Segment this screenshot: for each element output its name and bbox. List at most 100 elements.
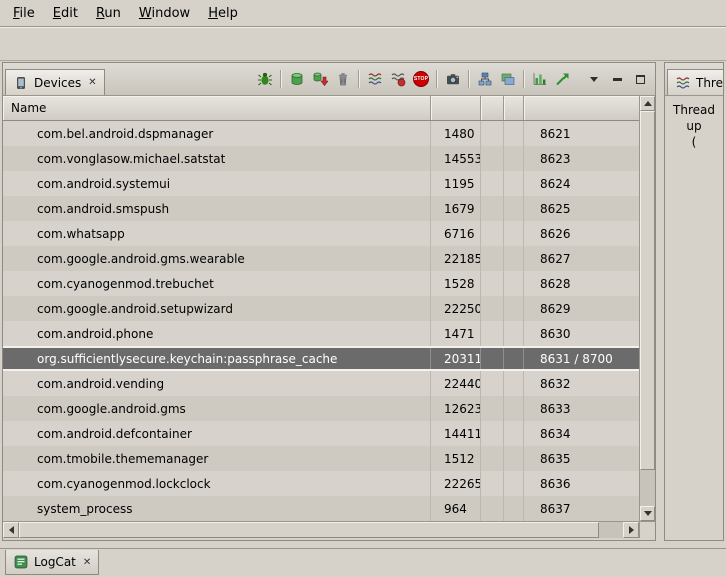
column-header-name[interactable]: Name: [3, 96, 431, 120]
maximize-button[interactable]: [629, 68, 651, 90]
horizontal-scroll-thumb[interactable]: [19, 522, 599, 538]
process-port: 8626: [524, 221, 639, 246]
process-row[interactable]: com.cyanogenmod.trebuchet 1528 8628: [3, 271, 639, 296]
process-pid: 1480: [431, 121, 481, 146]
sysinfo-bar-chart-icon: [532, 71, 548, 87]
stop-process-button[interactable]: STOP: [410, 68, 432, 90]
process-name: com.cyanogenmod.lockclock: [3, 471, 431, 496]
process-pid: 22440: [431, 371, 481, 396]
update-threads-button[interactable]: [364, 68, 386, 90]
update-heap-icon: [289, 71, 305, 87]
process-row[interactable]: com.google.android.setupwizard 22250 862…: [3, 296, 639, 321]
process-blank1: [481, 371, 504, 396]
process-row[interactable]: com.cyanogenmod.lockclock 22265 8636: [3, 471, 639, 496]
debug-process-button[interactable]: [254, 68, 276, 90]
process-row[interactable]: com.google.android.gms 12623 8633: [3, 396, 639, 421]
panel-sash[interactable]: [656, 62, 664, 548]
process-blank1: [481, 446, 504, 471]
maximize-icon: [636, 75, 645, 84]
process-blank1: [481, 496, 504, 521]
vertical-scroll-track[interactable]: [640, 111, 655, 506]
process-port: 8625: [524, 196, 639, 221]
process-row[interactable]: org.sufficientlysecure.keychain:passphra…: [3, 346, 639, 371]
close-icon[interactable]: ✕: [83, 557, 91, 568]
process-row[interactable]: system_process 964 8637: [3, 496, 639, 521]
horizontal-scroll-track[interactable]: [19, 522, 623, 538]
process-row[interactable]: com.whatsapp 6716 8626: [3, 221, 639, 246]
process-blank2: [504, 496, 524, 521]
scroll-left-button[interactable]: [3, 522, 19, 538]
process-blank1: [481, 246, 504, 271]
process-row[interactable]: com.tmobile.thememanager 1512 8635: [3, 446, 639, 471]
process-port: 8635: [524, 446, 639, 471]
tab-threads[interactable]: Threads: [667, 69, 724, 95]
column-header-blank1[interactable]: [481, 96, 504, 120]
close-icon[interactable]: ✕: [88, 77, 96, 88]
process-row[interactable]: com.bel.android.dspmanager 1480 8621: [3, 121, 639, 146]
process-row[interactable]: com.google.android.gms.wearable 22185 86…: [3, 246, 639, 271]
menu-bar: File Edit Run Window Help: [0, 0, 726, 27]
capture-systrace-icon: [500, 71, 516, 87]
scroll-up-button[interactable]: [640, 96, 655, 111]
capture-systrace-button[interactable]: [497, 68, 519, 90]
process-row[interactable]: com.vonglasow.michael.satstat 14553 8623: [3, 146, 639, 171]
scrollbar-corner: [639, 522, 655, 538]
cause-gc-button[interactable]: [332, 68, 354, 90]
tab-devices[interactable]: Devices ✕: [5, 69, 105, 95]
process-port: 8624: [524, 171, 639, 196]
view-menu-icon: [590, 77, 598, 82]
menu-help[interactable]: Help: [199, 2, 247, 25]
view-menu-button[interactable]: [583, 68, 605, 90]
threads-message-line1: Thread up: [665, 102, 723, 134]
process-blank1: [481, 121, 504, 146]
start-method-profiling-button[interactable]: [387, 68, 409, 90]
process-blank1: [481, 221, 504, 246]
dump-hprof-button[interactable]: [309, 68, 331, 90]
process-name: com.google.android.gms: [3, 396, 431, 421]
column-header-port[interactable]: [524, 96, 639, 120]
process-name: com.cyanogenmod.trebuchet: [3, 271, 431, 296]
vertical-scrollbar[interactable]: [639, 96, 655, 521]
process-pid: 14553: [431, 146, 481, 171]
process-blank1: [481, 321, 504, 346]
process-row[interactable]: com.android.systemui 1195 8624: [3, 171, 639, 196]
arrow-left-icon: [9, 526, 14, 534]
process-blank1: [481, 421, 504, 446]
tab-devices-label: Devices: [34, 76, 81, 90]
dump-view-hierarchy-button[interactable]: [474, 68, 496, 90]
scroll-right-button[interactable]: [623, 522, 639, 538]
process-blank1: [481, 471, 504, 496]
process-blank2: [504, 471, 524, 496]
network-stats-button[interactable]: [552, 68, 574, 90]
process-blank1: [481, 296, 504, 321]
dump-hprof-icon: [312, 71, 328, 87]
ddms-window: File Edit Run Window Help Devices ✕: [0, 0, 726, 577]
process-blank1: [481, 196, 504, 221]
menu-edit[interactable]: Edit: [44, 2, 87, 25]
process-blank2: [504, 321, 524, 346]
update-threads-icon: [367, 71, 383, 87]
sysinfo-button[interactable]: [529, 68, 551, 90]
devices-tabstrip: Devices ✕: [3, 63, 655, 96]
process-blank2: [504, 396, 524, 421]
menu-window[interactable]: Window: [130, 2, 199, 25]
process-name: com.google.android.setupwizard: [3, 296, 431, 321]
vertical-scroll-thumb[interactable]: [640, 111, 655, 470]
process-row[interactable]: com.android.defcontainer 14411 8634: [3, 421, 639, 446]
horizontal-scrollbar[interactable]: [3, 522, 639, 538]
scroll-down-button[interactable]: [640, 506, 655, 521]
minimize-button[interactable]: [606, 68, 628, 90]
screen-capture-button[interactable]: [442, 68, 464, 90]
process-row[interactable]: com.android.smspush 1679 8625: [3, 196, 639, 221]
menu-file[interactable]: File: [4, 2, 44, 25]
update-heap-button[interactable]: [286, 68, 308, 90]
arrow-down-icon: [644, 511, 652, 516]
column-header-pid[interactable]: [431, 96, 481, 120]
process-row[interactable]: com.android.vending 22440 8632: [3, 371, 639, 396]
tab-logcat[interactable]: LogCat ✕: [5, 550, 99, 575]
logcat-strip: LogCat ✕: [0, 548, 726, 577]
column-header-blank2[interactable]: [504, 96, 524, 120]
process-port: 8633: [524, 396, 639, 421]
process-row[interactable]: com.android.phone 1471 8630: [3, 321, 639, 346]
menu-run[interactable]: Run: [87, 2, 130, 25]
